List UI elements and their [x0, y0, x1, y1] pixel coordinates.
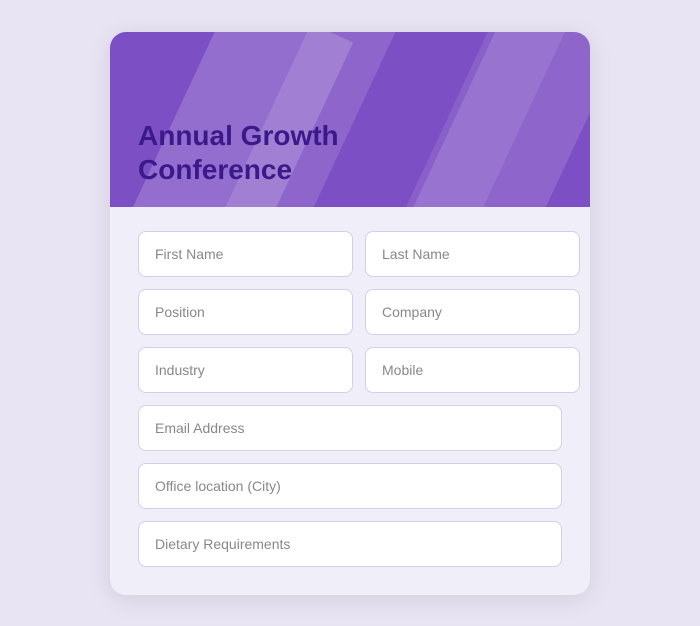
company-input[interactable] [365, 289, 580, 335]
position-company-row [138, 289, 562, 335]
dietary-requirements-input[interactable] [138, 521, 562, 567]
office-location-input[interactable] [138, 463, 562, 509]
conference-title: Annual GrowthConference [138, 119, 339, 186]
position-input[interactable] [138, 289, 353, 335]
form-body [110, 207, 590, 595]
industry-input[interactable] [138, 347, 353, 393]
industry-mobile-row [138, 347, 562, 393]
last-name-input[interactable] [365, 231, 580, 277]
first-name-input[interactable] [138, 231, 353, 277]
registration-card: Annual GrowthConference [110, 32, 590, 595]
card-header: Annual GrowthConference [110, 32, 590, 207]
name-row [138, 231, 562, 277]
email-input[interactable] [138, 405, 562, 451]
mobile-input[interactable] [365, 347, 580, 393]
